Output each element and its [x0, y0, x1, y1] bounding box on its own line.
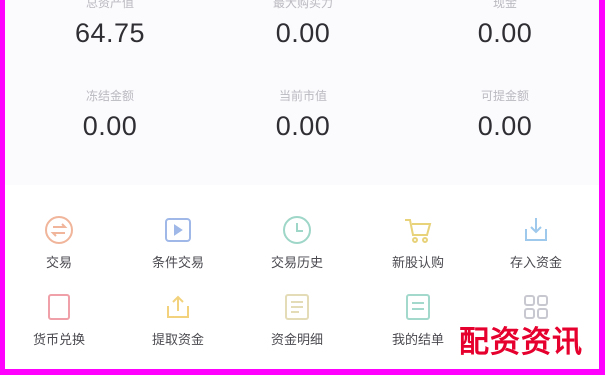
- menu-item-trade-history[interactable]: 交易历史: [252, 210, 342, 272]
- menu-item-label: 条件交易: [151, 255, 204, 270]
- stat-max-buying-power: 最大购买力 0.00: [213, 0, 393, 49]
- menu-item-label: 交易历史: [270, 255, 323, 270]
- account-panel: 总资产值 64.75 最大购买力 0.00 现金 0.00 冻结金额 0.00 …: [5, 0, 599, 369]
- account-stats: 总资产值 64.75 最大购买力 0.00 现金 0.00 冻结金额 0.00 …: [5, 0, 599, 185]
- stat-label: 当前市值: [278, 89, 327, 103]
- stat-label: 冻结金额: [85, 89, 134, 103]
- statement-icon: [398, 287, 438, 327]
- stat-value: 0.00: [477, 111, 533, 141]
- menu-item-condition-trade[interactable]: 条件交易: [133, 210, 223, 272]
- withdraw-icon: [158, 287, 198, 327]
- menu-item-label: 我的结单: [391, 332, 444, 347]
- stat-label: 总资产值: [85, 0, 134, 10]
- menu-item-my-statement[interactable]: 我的结单: [373, 287, 463, 349]
- menu-item-label: 提取资金: [151, 332, 204, 347]
- stat-label: 现金: [492, 0, 517, 10]
- stat-market-value: 当前市值 0.00: [213, 88, 393, 142]
- menu-item-fund-detail[interactable]: 资金明细: [252, 287, 342, 349]
- stat-value: 0.00: [82, 111, 138, 141]
- menu-item-label: 新股认购: [391, 255, 444, 270]
- menu-item-label: 资金明细: [270, 332, 323, 347]
- exchange-icon: [39, 210, 79, 250]
- fund-detail-icon: [277, 287, 317, 327]
- stat-frozen-amount: 冻结金额 0.00: [20, 88, 200, 142]
- deposit-icon: [516, 210, 556, 250]
- menu-item-withdraw[interactable]: 提取资金: [133, 287, 223, 349]
- clock-icon: [277, 210, 317, 250]
- grid-icon: [516, 287, 556, 327]
- menu-item-label: 存入资金: [509, 255, 562, 270]
- stat-value: 0.00: [477, 18, 533, 48]
- menu-item-ipo-subscribe[interactable]: 新股认购: [373, 210, 463, 272]
- stat-label: 可提金额: [480, 89, 529, 103]
- stat-cash: 现金 0.00: [415, 0, 595, 49]
- stat-withdrawable: 可提金额 0.00: [415, 88, 595, 142]
- stat-value: 64.75: [74, 18, 146, 48]
- stat-value: 0.00: [275, 18, 331, 48]
- menu-item-label: 货币兑换: [32, 332, 85, 347]
- stat-total-assets: 总资产值 64.75: [20, 0, 200, 49]
- menu-item-deposit[interactable]: 存入资金: [491, 210, 581, 272]
- currency-exchange-icon: [39, 287, 79, 327]
- stat-label: 最大购买力: [272, 0, 333, 10]
- condition-trade-icon: [158, 210, 198, 250]
- cart-icon: [398, 210, 438, 250]
- menu-item-currency-exchange[interactable]: 货币兑换: [14, 287, 104, 349]
- menu-item-label: 交易: [45, 255, 72, 270]
- menu-item-trade[interactable]: 交易: [14, 210, 104, 272]
- stat-value: 0.00: [275, 111, 331, 141]
- watermark-text: 配资资讯: [455, 325, 587, 361]
